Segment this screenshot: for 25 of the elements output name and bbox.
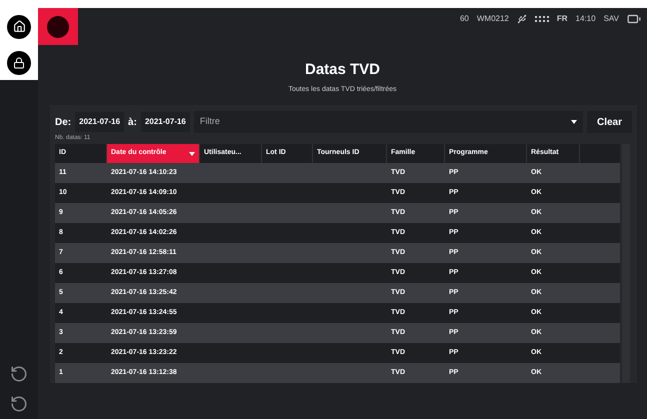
user-text: SAV xyxy=(604,13,619,25)
network-icon xyxy=(534,16,549,22)
home-icon xyxy=(7,14,31,38)
record-icon xyxy=(47,16,69,38)
refresh-icon xyxy=(10,395,28,413)
usb-icon xyxy=(516,14,527,24)
battery-icon xyxy=(627,12,641,26)
filter-placeholder: Filtre xyxy=(200,115,220,128)
to-label: à: xyxy=(128,116,137,130)
filter-dropdown[interactable]: Filtre xyxy=(194,111,583,133)
sort-caret-icon xyxy=(189,152,195,156)
lock-button[interactable] xyxy=(0,45,38,80)
time-text: 14:10 xyxy=(576,13,596,25)
from-date-field[interactable]: 2021-07-16 xyxy=(75,112,124,132)
dropdown-caret-icon xyxy=(570,120,577,124)
language-text: FR xyxy=(556,13,568,25)
to-date-field[interactable]: 2021-07-16 xyxy=(140,112,190,132)
status-text: 60 xyxy=(460,13,469,25)
from-label: De: xyxy=(55,116,72,130)
lock-icon xyxy=(7,50,31,74)
clear-button[interactable]: Clear xyxy=(586,111,632,133)
status-text: WM0212 xyxy=(476,13,509,25)
refresh-icon xyxy=(10,365,28,383)
stop-button[interactable] xyxy=(38,8,78,45)
page-title: Datas TVD xyxy=(304,60,380,80)
